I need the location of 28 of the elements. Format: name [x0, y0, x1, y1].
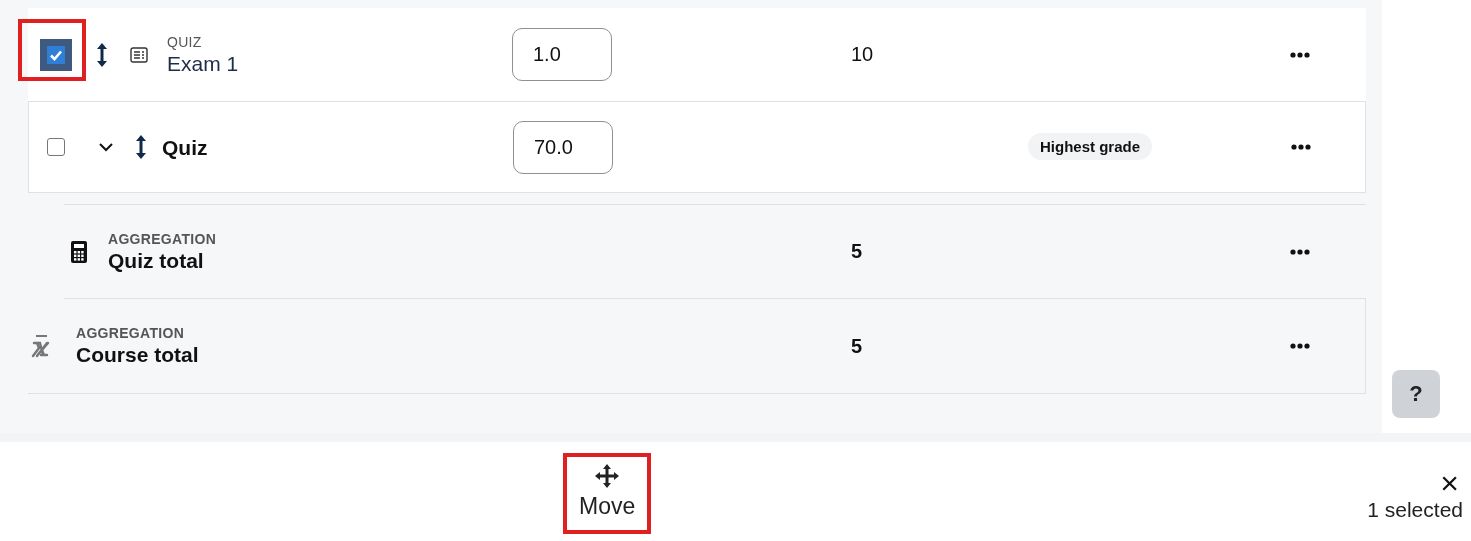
weight-field[interactable]: 1.0	[512, 28, 612, 81]
aggregation-badge: Highest grade	[1028, 133, 1153, 160]
max-grade: 5	[851, 334, 863, 357]
drag-arrows-icon	[134, 134, 148, 160]
max-grade: 5	[851, 240, 863, 262]
max-grade: 10	[851, 43, 874, 65]
calculator-icon	[70, 240, 88, 263]
more-icon[interactable]	[1290, 51, 1310, 58]
more-icon[interactable]	[1291, 144, 1311, 150]
item-type-label: AGGREGATION	[76, 325, 186, 341]
category-name: Quiz total	[108, 248, 205, 273]
more-icon[interactable]	[1290, 343, 1310, 349]
more-icon[interactable]	[1290, 248, 1310, 255]
close-button[interactable]: ×	[1436, 467, 1463, 498]
checkbox[interactable]	[47, 138, 65, 156]
category-name: Course total	[76, 343, 199, 367]
item-type-label: AGGREGATION	[108, 230, 217, 247]
selection-count: 1 selected	[1367, 497, 1463, 522]
help-button[interactable]: ?	[1392, 370, 1440, 418]
move-icon	[594, 463, 621, 489]
item-type-label: QUIZ	[167, 33, 203, 50]
drag-arrows-icon	[95, 41, 109, 68]
weight-field[interactable]: 70.0	[513, 120, 613, 174]
x-bar-icon	[30, 333, 52, 359]
category-name: Quiz	[162, 136, 208, 160]
quiz-icon	[130, 46, 148, 63]
checkbox[interactable]	[40, 38, 72, 71]
item-name[interactable]: Exam 1	[167, 51, 239, 76]
